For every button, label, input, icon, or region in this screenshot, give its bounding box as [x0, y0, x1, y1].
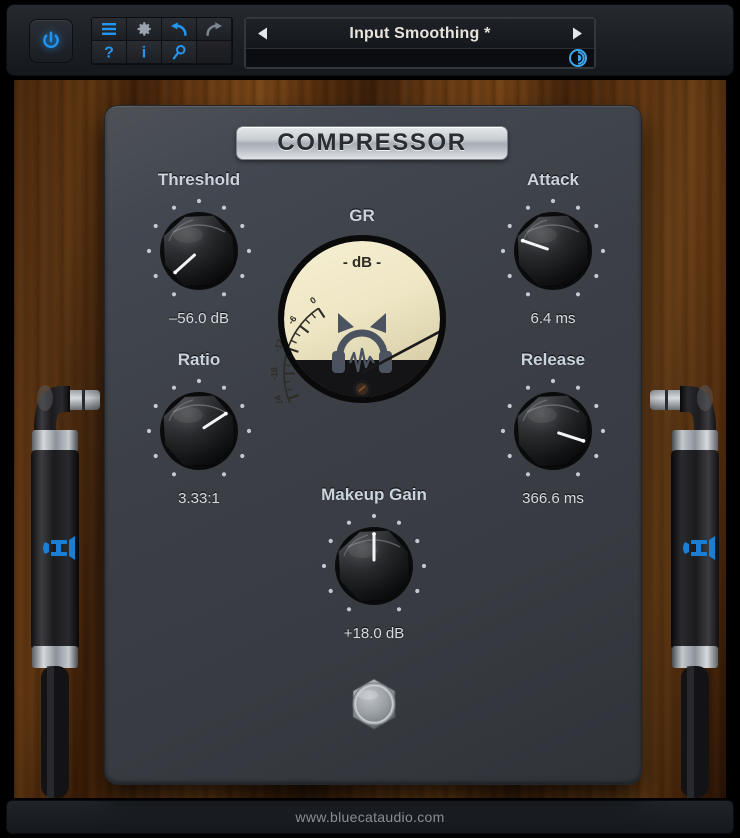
- footer-bar: www.bluecataudio.com: [6, 800, 734, 834]
- preset-row: Input Smoothing *: [246, 19, 594, 49]
- top-toolbar: ? i Input Smoothing *: [6, 4, 734, 76]
- knob-value-ratio: 3.33:1: [178, 490, 220, 507]
- toolbar-button-grid: ? i: [91, 17, 233, 65]
- knob-label-makeup: Makeup Gain: [321, 485, 427, 504]
- knob-label-release: Release: [520, 350, 586, 369]
- knob-group-attack: Attack 6.4 ms: [493, 170, 613, 327]
- power-button[interactable]: [29, 19, 73, 63]
- menu-icon: [102, 23, 116, 35]
- knob-dial-icon: [500, 378, 606, 477]
- cable-plug-left-icon: [31, 385, 100, 798]
- knob-group-threshold: Threshold –56.0 dB: [139, 170, 259, 327]
- preset-name[interactable]: Input Smoothing *: [280, 25, 560, 43]
- knob-dial-icon: [146, 378, 252, 477]
- meter-label-gr: GR: [349, 206, 375, 225]
- knob-label-threshold: Threshold: [157, 170, 241, 189]
- toolbar-empty-slot: [197, 41, 232, 64]
- knob-group-makeup: Makeup Gain +18.0 dB: [314, 485, 434, 642]
- knob-value-makeup: +18.0 dB: [343, 625, 405, 642]
- meter-scale-title: - dB -: [343, 254, 381, 271]
- knob-makeup-gain[interactable]: [319, 511, 429, 621]
- footer-url: www.bluecataudio.com: [295, 809, 445, 825]
- panel-title-plate: COMPRESSOR: [236, 126, 508, 160]
- preset-prev-button[interactable]: [246, 19, 280, 48]
- bluecat-logo-button[interactable]: [568, 48, 588, 73]
- menu-button[interactable]: [92, 18, 127, 41]
- knob-dial-icon: [321, 513, 427, 612]
- knob-label-attack: Attack: [527, 170, 579, 189]
- compressor-panel: COMPRESSOR Threshold –56.0 dB Attack 6.4…: [104, 105, 642, 785]
- meter-tick-label: -18: [269, 367, 279, 380]
- svg-text:?: ?: [104, 45, 114, 62]
- meter-tick-label: -24: [272, 394, 286, 403]
- page-title: COMPRESSOR: [277, 129, 467, 156]
- cable-plug-right-icon: [650, 385, 719, 798]
- undo-button[interactable]: [162, 18, 197, 41]
- knob-value-attack: 6.4 ms: [530, 310, 576, 327]
- gain-reduction-meter-group: GR - dB - -24 -18 -12 -6 0: [268, 206, 456, 435]
- knob-value-release: 366.6 ms: [522, 490, 584, 507]
- settings-button[interactable]: [127, 18, 162, 41]
- plugin-window: ? i Input Smoothing * COMPRESSOR Thresho…: [0, 0, 740, 838]
- output-jack-right: [650, 368, 730, 803]
- undo-icon: [171, 22, 187, 36]
- info-button[interactable]: i: [127, 41, 162, 64]
- gear-icon: [137, 22, 151, 36]
- preset-bar: Input Smoothing *: [244, 17, 596, 69]
- power-icon: [43, 31, 59, 48]
- knob-label-ratio: Ratio: [177, 350, 221, 369]
- knob-attack[interactable]: [498, 196, 608, 306]
- bluecat-logo-icon: [569, 49, 587, 67]
- chevron-right-icon: [573, 27, 582, 40]
- knob-group-ratio: Ratio 3.33:1: [139, 350, 259, 507]
- input-jack-left: [20, 368, 100, 803]
- gain-reduction-meter: - dB - -30-24-18-12-60: [268, 233, 456, 435]
- redo-button[interactable]: [197, 18, 232, 41]
- preset-status-row: [246, 49, 594, 67]
- search-icon: [172, 44, 186, 59]
- info-icon: i: [142, 45, 146, 62]
- vu-meter-icon: - dB - -30-24-18-12-60: [269, 235, 446, 435]
- knob-group-release: Release 366.6 ms: [493, 350, 613, 507]
- knob-threshold[interactable]: [144, 196, 254, 306]
- help-icon: ?: [104, 45, 114, 62]
- redo-icon: [206, 22, 222, 36]
- knob-value-threshold: –56.0 dB: [168, 310, 230, 327]
- chevron-left-icon: [258, 27, 267, 40]
- knob-ratio[interactable]: [144, 376, 254, 486]
- svg-text:i: i: [142, 45, 146, 62]
- knob-dial-icon: [500, 198, 606, 297]
- bypass-footswitch[interactable]: [342, 676, 406, 740]
- search-button[interactable]: [162, 41, 197, 64]
- preset-next-button[interactable]: [560, 19, 594, 48]
- footswitch-icon: [352, 678, 396, 730]
- knob-release[interactable]: [498, 376, 608, 486]
- help-button[interactable]: ?: [92, 41, 127, 64]
- knob-dial-icon: [146, 198, 252, 297]
